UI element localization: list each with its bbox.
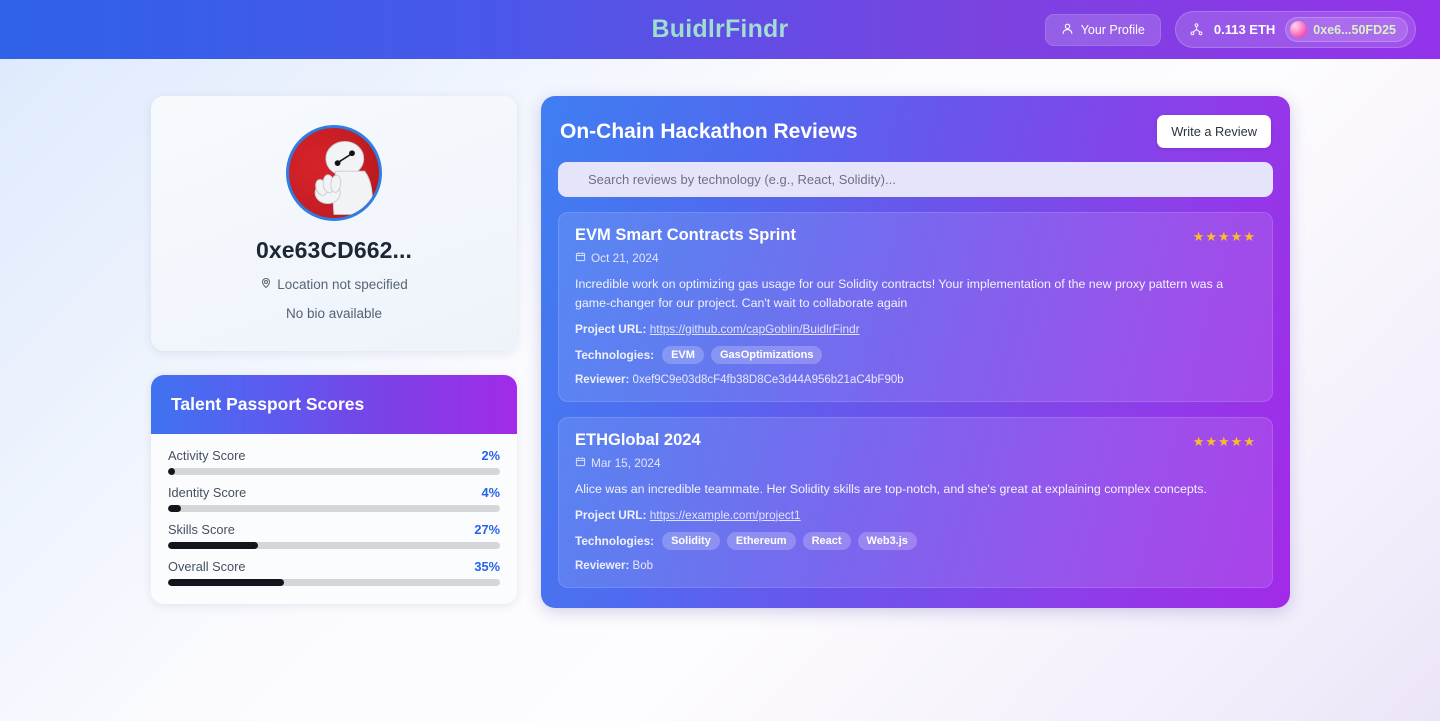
score-progress-fill [168,505,182,512]
technology-tag[interactable]: Ethereum [726,531,796,550]
search-bar [558,162,1273,197]
rating-stars: ★★★★★ [1192,433,1256,449]
project-url-link[interactable]: https://github.com/capGoblin/BuidlrFindr [650,322,860,336]
review-title: ETHGlobal 2024 [575,430,701,449]
header-actions: Your Profile 0.113 ETH 0xe6...50FD25 [1044,11,1416,48]
review-reviewer-row: Reviewer: Bob [575,560,1256,572]
wallet-address-pill[interactable]: 0xe6...50FD25 [1285,17,1408,42]
rating-stars: ★★★★★ [1192,229,1256,244]
right-column: On-Chain Hackathon Reviews Write a Revie… [541,96,1290,608]
reviewer-label: Reviewer: [575,373,630,386]
talent-passport-scores-card: Talent Passport Scores Activity Score 2%… [151,375,517,604]
score-label: Activity Score [168,448,246,463]
technology-tag[interactable]: React [802,531,851,550]
score-row-activity: Activity Score 2% [168,448,500,475]
left-column: 0xe63CD662... Location not specified No … [151,96,517,604]
review-header: EVM Smart Contracts Sprint ★★★★★ [575,226,1256,245]
search-input[interactable] [558,162,1273,197]
review-technologies-row: Technologies: Solidity Ethereum React We… [575,531,1256,550]
review-title: EVM Smart Contracts Sprint [575,226,796,244]
review-reviewer-row: Reviewer: 0xef9C9e03d8cF4fb38D8Ce3d44A95… [575,374,1256,386]
reviews-panel-header: On-Chain Hackathon Reviews Write a Revie… [558,113,1273,148]
review-card[interactable]: ETHGlobal 2024 ★★★★★ Mar 15, 2024 Alice … [558,416,1273,588]
review-date-label: Mar 15, 2024 [591,455,661,470]
project-url-link[interactable]: https://example.com/project1 [650,508,801,522]
profile-card: 0xe63CD662... Location not specified No … [151,96,517,351]
profile-location: Location not specified [175,277,493,292]
calendar-icon [575,251,586,265]
reviewer-value: 0xef9C9e03d8cF4fb38D8Ce3d44A956b21aC4bF9… [632,373,904,386]
score-progress-fill [168,542,258,549]
project-url-label: Project URL: [575,321,647,336]
reviewer-value: Bob [632,559,654,572]
score-value: 35% [474,559,500,574]
map-pin-icon [260,277,272,292]
project-url-label: Project URL: [575,507,647,522]
reviews-panel: On-Chain Hackathon Reviews Write a Revie… [541,96,1290,608]
your-profile-button[interactable]: Your Profile [1044,13,1161,46]
write-a-review-button[interactable]: Write a Review [1157,115,1271,148]
review-header: ETHGlobal 2024 ★★★★★ [575,431,1256,450]
app-header: BuidlrFindr Your Profile 0.113 ETH 0xe6.… [0,0,1440,59]
score-value: 4% [481,485,501,500]
scores-list: Activity Score 2% Identity Score 4% Skil… [151,434,517,604]
technology-tag[interactable]: GasOptimizations [710,345,823,364]
baymax-avatar [286,125,382,221]
review-project-url-row: Project URL: https://example.com/project… [575,508,1256,522]
score-progress-track [168,579,500,586]
score-label: Identity Score [168,485,247,500]
page-body: 0xe63CD662... Location not specified No … [0,59,1440,608]
score-row-overall: Overall Score 35% [168,559,500,586]
review-card[interactable]: EVM Smart Contracts Sprint ★★★★★ Oct 21,… [558,212,1273,402]
page-title: On-Chain Hackathon Reviews [560,119,858,143]
review-date-label: Oct 21, 2024 [591,251,659,265]
person-icon [1061,22,1074,38]
score-row-identity: Identity Score 4% [168,485,500,512]
score-progress-track [168,542,500,549]
score-label: Overall Score [168,559,246,574]
score-label: Skills Score [168,522,235,537]
review-comment: Incredible work on optimizing gas usage … [575,277,1224,310]
score-row-skills: Skills Score 27% [168,522,500,549]
review-project-url-row: Project URL: https://github.com/capGobli… [575,322,1256,336]
review-technologies-row: Technologies: EVM GasOptimizations [575,345,1256,364]
score-progress-fill [168,468,175,475]
technology-tag[interactable]: EVM [662,345,704,364]
your-profile-label: Your Profile [1080,22,1145,37]
wallet-avatar-icon [1290,21,1308,38]
scores-card-title: Talent Passport Scores [151,375,517,434]
network-nodes-icon [1189,22,1204,37]
calendar-icon [575,456,586,470]
reviewer-label: Reviewer: [575,559,630,572]
technologies-label: Technologies: [575,347,655,362]
review-comment: Alice was an incredible teammate. Her So… [575,481,1207,496]
profile-location-label: Location not specified [277,277,408,292]
wallet-address-label: 0xe6...50FD25 [1313,22,1396,37]
review-date: Oct 21, 2024 [575,251,1256,265]
technology-tag[interactable]: Solidity [662,531,720,550]
review-date: Mar 15, 2024 [575,456,1256,470]
technologies-label: Technologies: [575,533,655,548]
wallet-balance: 0.113 ETH [1213,22,1276,37]
score-value: 2% [481,448,501,463]
score-progress-track [168,468,500,475]
profile-name: 0xe63CD662... [255,237,413,263]
profile-bio: No bio available [285,306,383,321]
score-progress-fill [168,579,285,586]
wallet-chip[interactable]: 0.113 ETH 0xe6...50FD25 [1174,11,1416,48]
score-value: 27% [474,522,500,537]
score-progress-track [168,505,500,512]
technology-tag[interactable]: Web3.js [857,531,917,550]
